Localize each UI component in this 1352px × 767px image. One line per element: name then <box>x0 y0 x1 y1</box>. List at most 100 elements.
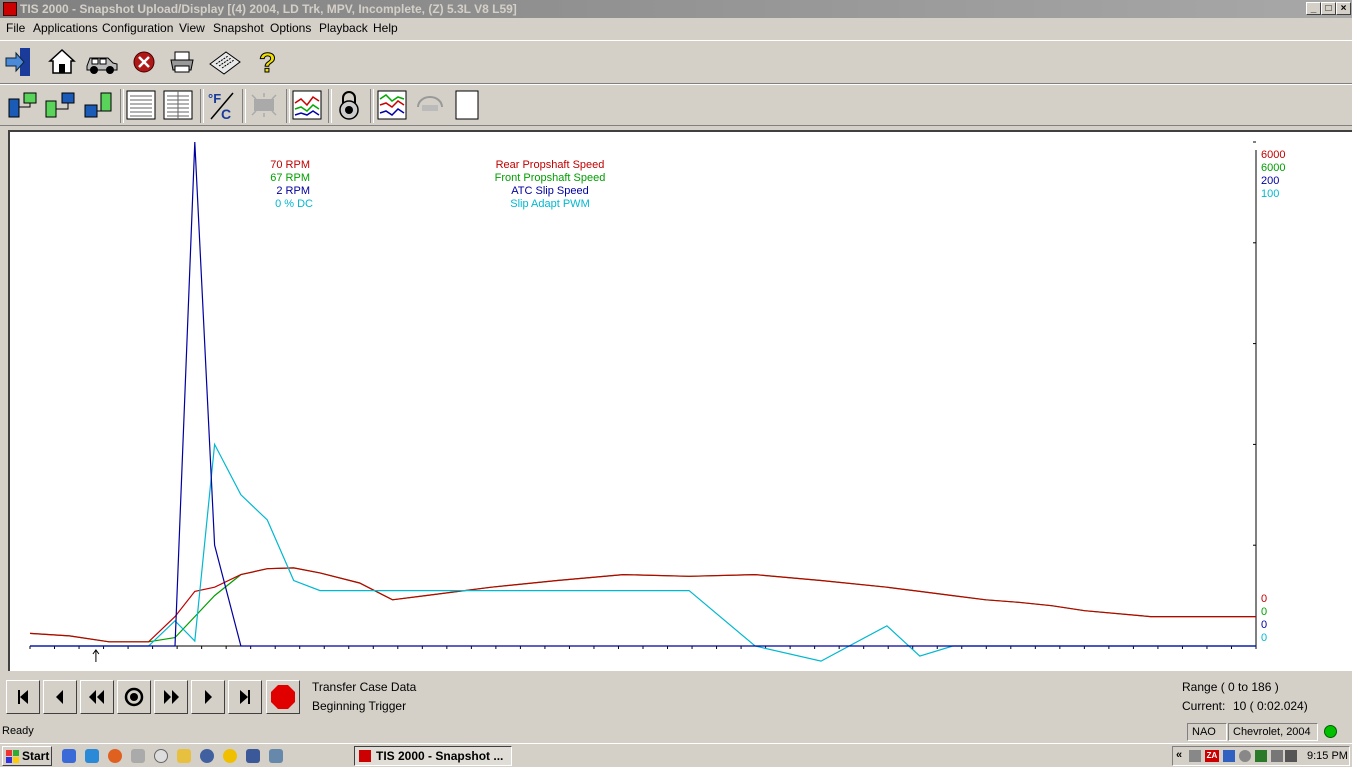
start-button[interactable]: Start <box>2 746 52 766</box>
tray-volume-icon[interactable] <box>1271 750 1283 762</box>
vehicle-icon[interactable] <box>84 46 118 78</box>
table-view-icon[interactable] <box>125 89 157 121</box>
desktop-icon[interactable] <box>131 749 145 763</box>
trigger-label: Beginning Trigger <box>312 699 407 713</box>
menu-options[interactable]: Options <box>270 21 311 35</box>
tray-display-icon[interactable] <box>1285 750 1297 762</box>
step-back-icon[interactable] <box>43 680 77 714</box>
column-view-icon[interactable] <box>162 89 194 121</box>
scale-min-atc: 0 <box>1261 619 1267 631</box>
print-icon[interactable] <box>166 46 198 78</box>
trigger-marker[interactable] <box>92 649 100 662</box>
app-shortcut-icon[interactable] <box>269 749 283 763</box>
legend-rear-propshaft: Rear Propshaft Speed <box>496 159 605 171</box>
scale-max-rear: 6000 <box>1261 149 1285 161</box>
scale-min-front: 0 <box>1261 606 1267 618</box>
menu-bar: File Applications Configuration View Sna… <box>0 18 1352 38</box>
taskbar: Start TIS 2000 - Snapshot ... « ZA 9:15 … <box>0 743 1352 767</box>
stop-icon[interactable] <box>128 46 160 78</box>
browser-icon[interactable] <box>85 749 99 763</box>
media-icon[interactable] <box>200 749 214 763</box>
menu-file[interactable]: File <box>6 21 25 35</box>
series-line-slip-adapt-pwm <box>30 442 1256 662</box>
scale-max-pwm: 100 <box>1261 188 1279 200</box>
multi-graph-icon[interactable] <box>376 89 408 121</box>
graph-icon[interactable] <box>291 89 323 121</box>
player-icon[interactable] <box>223 749 237 763</box>
minimize-button[interactable]: _ <box>1306 2 1321 15</box>
toolbar-separator <box>286 89 290 123</box>
step-forward-icon[interactable] <box>191 680 225 714</box>
stop-red-icon[interactable] <box>266 680 300 714</box>
task-button-tis2000[interactable]: TIS 2000 - Snapshot ... <box>354 746 512 766</box>
record-icon[interactable] <box>117 680 151 714</box>
tray-network-icon[interactable] <box>1189 750 1201 762</box>
menu-playback[interactable]: Playback <box>319 21 368 35</box>
start-label: Start <box>22 749 50 763</box>
home-icon[interactable] <box>46 46 78 78</box>
title-bar: TIS 2000 - Snapshot Upload/Display [(4) … <box>0 0 1352 18</box>
task-label: TIS 2000 - Snapshot ... <box>376 749 504 763</box>
facebook-icon[interactable] <box>246 749 260 763</box>
pwm-value: 0 % DC <box>275 198 313 210</box>
connect-icon[interactable] <box>6 89 38 121</box>
fast-forward-icon[interactable] <box>154 680 188 714</box>
legend-atc-slip: ATC Slip Speed <box>511 185 588 197</box>
toolbar-separator <box>120 89 124 123</box>
window-title: TIS 2000 - Snapshot Upload/Display [(4) … <box>20 2 517 16</box>
legend-front-propshaft: Front Propshaft Speed <box>495 172 606 184</box>
folder-icon[interactable] <box>177 749 191 763</box>
clock-app-icon[interactable] <box>154 749 168 763</box>
connection-status-icon <box>1324 725 1337 738</box>
menu-view[interactable]: View <box>179 21 205 35</box>
main-toolbar: ? <box>0 40 1352 84</box>
scale-max-atc: 200 <box>1261 175 1279 187</box>
toolbar-separator <box>200 89 204 123</box>
upload-icon[interactable] <box>82 89 114 121</box>
svg-text:C: C <box>221 106 231 121</box>
toolbar-separator <box>328 89 332 123</box>
series-line-atc-slip-speed <box>30 141 1256 647</box>
app-icon <box>3 2 17 16</box>
data-source-label: Transfer Case Data <box>312 680 417 694</box>
display-icon[interactable] <box>248 89 280 121</box>
current-label: Current: <box>1182 699 1226 713</box>
snapshot-graph-panel[interactable]: 70 RPM 67 RPM 2 RPM 0 % DC Rear Propshaf… <box>8 130 1352 671</box>
keyboard-icon[interactable] <box>206 46 241 78</box>
close-button[interactable]: × <box>1336 2 1351 15</box>
menu-help[interactable]: Help <box>373 21 398 35</box>
lock-icon[interactable] <box>333 89 365 121</box>
tray-update-icon[interactable] <box>1239 750 1251 762</box>
windows-logo-icon <box>6 750 19 763</box>
menu-configuration[interactable]: Configuration <box>102 21 173 35</box>
toolbar-separator <box>370 89 374 123</box>
ie-icon[interactable] <box>62 749 76 763</box>
rear-speed-value: 70 RPM <box>270 159 310 171</box>
zonealarm-icon[interactable]: ZA <box>1205 750 1219 762</box>
menu-applications[interactable]: Applications <box>33 21 98 35</box>
maximize-button[interactable]: □ <box>1321 2 1336 15</box>
firefox-icon[interactable] <box>108 749 122 763</box>
exit-icon[interactable] <box>4 46 36 78</box>
transfer-icon[interactable] <box>44 89 76 121</box>
blank-page-icon[interactable] <box>452 89 484 121</box>
skip-end-icon[interactable] <box>228 680 262 714</box>
status-bar: Ready NAO Chevrolet, 2004 <box>0 722 1352 742</box>
tray-security-icon[interactable] <box>1255 750 1267 762</box>
front-speed-value: 67 RPM <box>270 172 310 184</box>
units-fc-icon[interactable]: °F C <box>205 89 237 122</box>
menu-snapshot[interactable]: Snapshot <box>213 21 264 35</box>
skip-start-icon[interactable] <box>6 680 40 714</box>
rewind-icon[interactable] <box>80 680 114 714</box>
tray-expand-icon[interactable]: « <box>1176 749 1182 761</box>
tray-phone-icon[interactable] <box>1223 750 1235 762</box>
range-label: Range ( 0 to 186 ) <box>1182 680 1279 694</box>
clock: 9:15 PM <box>1307 750 1348 762</box>
compare-icon[interactable] <box>414 89 446 121</box>
secondary-toolbar: °F C <box>0 84 1352 126</box>
svg-text:°F: °F <box>208 91 221 106</box>
help-icon[interactable]: ? <box>250 46 282 79</box>
scale-max-front: 6000 <box>1261 162 1285 174</box>
vehicle-field: Chevrolet, 2004 <box>1228 723 1318 741</box>
svg-text:?: ? <box>259 47 276 78</box>
